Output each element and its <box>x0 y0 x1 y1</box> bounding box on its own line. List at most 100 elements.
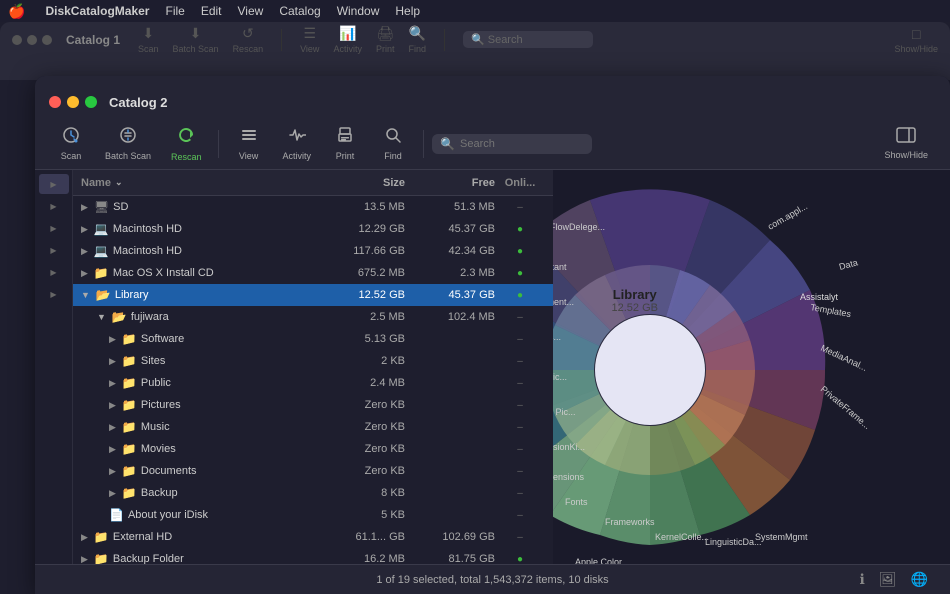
hdd-icon: 💻 <box>94 222 109 236</box>
batch-scan-button[interactable]: Batch Scan <box>97 123 159 164</box>
svg-text:Frameworks: Frameworks <box>605 517 655 527</box>
svg-text:ExtensionKi...: ExtensionKi... <box>553 442 585 452</box>
row-expand-arrow: ▶ <box>109 356 116 367</box>
table-row[interactable]: ▶ 🖥 SD 13.5 MB 51.3 MB – <box>73 196 553 218</box>
table-row[interactable]: ▶ 📁 Software 5.13 GB – <box>73 328 553 350</box>
sidebar-item-1[interactable]: ▶ <box>39 174 69 194</box>
table-row[interactable]: ▶ 📁 Backup Folder 16.2 MB 81.75 GB ● <box>73 548 553 564</box>
table-row[interactable]: ▶ 💻 Macintosh HD 117.66 GB 42.34 GB ● <box>73 240 553 262</box>
activity-button[interactable]: Activity <box>275 123 320 164</box>
view-button[interactable]: View <box>227 123 271 164</box>
search-input[interactable] <box>460 138 584 150</box>
menu-edit[interactable]: Edit <box>201 4 222 18</box>
row-text: Macintosh HD <box>113 223 182 235</box>
search-bar[interactable]: 🔍 <box>432 134 592 154</box>
menu-catalog[interactable]: Catalog <box>279 4 320 18</box>
menu-file[interactable]: File <box>165 4 184 18</box>
traffic-light-yellow[interactable] <box>67 96 79 108</box>
row-online: – <box>495 201 545 213</box>
row-size: 675.2 MB <box>315 267 405 279</box>
row-expand-arrow: ▶ <box>109 444 116 455</box>
table-row[interactable]: ▶ 💻 Macintosh HD 12.29 GB 45.37 GB ● <box>73 218 553 240</box>
row-expand-arrow: ▶ <box>109 334 116 345</box>
row-expand-arrow: ▶ <box>81 202 88 213</box>
activity-label: Activity <box>283 151 312 161</box>
row-expand-arrow: ▶ <box>81 532 88 543</box>
row-free: 81.75 GB <box>405 553 495 564</box>
row-text: Software <box>141 333 184 345</box>
svg-text:CoreServic...: CoreServic... <box>553 372 567 382</box>
svg-text:Apple Color...: Apple Color... <box>575 557 629 564</box>
table-row[interactable]: ▶ 📁 External HD 61.1... GB 102.69 GB – <box>73 526 553 548</box>
col-header-free: Free <box>405 177 495 189</box>
sidebar-item-2[interactable]: ▶ <box>39 196 69 216</box>
table-row[interactable]: ▶ 📁 Sites 2 KB – <box>73 350 553 372</box>
sidebar-item-3[interactable]: ▶ <box>39 218 69 238</box>
bg-dot-3 <box>42 35 52 45</box>
bg-tb-activity: 📊 Activity <box>333 25 362 54</box>
table-row[interactable]: ▶ 📁 Documents Zero KB – <box>73 460 553 482</box>
scan-label: Scan <box>61 151 82 161</box>
table-row[interactable]: ▶ 📁 Music Zero KB – <box>73 416 553 438</box>
row-online: ● <box>495 289 545 301</box>
scan-icon <box>62 126 80 149</box>
rescan-label: Rescan <box>171 152 202 162</box>
svg-text:Extensions: Extensions <box>553 472 585 482</box>
toolbar-separator-1 <box>218 130 219 158</box>
svg-text:KernelColle...: KernelColle... <box>655 532 709 542</box>
row-expand-arrow: ▶ <box>81 554 88 565</box>
table-row[interactable]: 📄 About your iDisk 5 KB – <box>73 504 553 526</box>
traffic-lights <box>49 96 97 108</box>
row-name: ▶ 📁 Pictures <box>81 398 315 412</box>
bg-tb-scan: ⬇ Scan <box>138 25 159 54</box>
bg-traffic-lights <box>12 35 52 45</box>
sidebar-item-4[interactable]: ▶ <box>39 240 69 260</box>
row-online: – <box>495 421 545 433</box>
print-button[interactable]: Print <box>323 123 367 164</box>
svg-text:LinguisticDa...: LinguisticDa... <box>705 537 762 547</box>
table-row[interactable]: ▶ 📁 Pictures Zero KB – <box>73 394 553 416</box>
row-name: ▶ 📁 Public <box>81 376 315 390</box>
menu-help[interactable]: Help <box>395 4 420 18</box>
row-size: 2.5 MB <box>315 311 405 323</box>
globe-button[interactable]: 🌐 <box>909 569 930 590</box>
bg-window: Catalog 1 ⬇ Scan ⬇ Batch Scan ↺ Rescan ☰… <box>0 22 950 80</box>
sidebar-item-5[interactable]: ▶ <box>39 262 69 282</box>
photo-button[interactable]: 🖼 <box>877 569 899 590</box>
table-row[interactable]: ▶ 📁 Backup 8 KB – <box>73 482 553 504</box>
sidebar-item-6[interactable]: ▶ <box>39 284 69 304</box>
col-header-online: Onli... <box>495 177 545 189</box>
info-button[interactable]: ℹ <box>857 569 866 590</box>
toolbar: Scan Batch Scan Rescan <box>35 118 950 170</box>
status-icons: ℹ 🖼 🌐 <box>857 569 930 590</box>
apple-menu[interactable]: 🍎 <box>8 3 25 20</box>
traffic-light-green[interactable] <box>85 96 97 108</box>
bg-tb-print: 🖨 Print <box>376 25 395 54</box>
table-row[interactable]: ▶ 📁 Mac OS X Install CD 675.2 MB 2.3 MB … <box>73 262 553 284</box>
menu-view[interactable]: View <box>238 4 264 18</box>
sidebar: ▶ ▶ ▶ ▶ ▶ ▶ <box>35 170 73 564</box>
table-row[interactable]: ▼ 📂 fujiwara 2.5 MB 102.4 MB – <box>73 306 553 328</box>
show-hide-button[interactable]: Show/Hide <box>876 124 936 163</box>
row-name: ▶ 📁 Sites <box>81 354 315 368</box>
table-row[interactable]: ▶ 📁 Public 2.4 MB – <box>73 372 553 394</box>
row-expand-arrow: ▶ <box>81 268 88 279</box>
bg-toolbar: Catalog 1 ⬇ Scan ⬇ Batch Scan ↺ Rescan ☰… <box>0 22 950 57</box>
table-row[interactable]: ▶ 📁 Movies Zero KB – <box>73 438 553 460</box>
traffic-light-red[interactable] <box>49 96 61 108</box>
scan-button[interactable]: Scan <box>49 123 93 164</box>
folder-icon: 📁 <box>122 376 137 390</box>
menu-window[interactable]: Window <box>337 4 380 18</box>
row-online: – <box>495 355 545 367</box>
row-size: 8 KB <box>315 487 405 499</box>
svg-text:Assistant: Assistant <box>553 262 567 272</box>
svg-text:Data: Data <box>838 257 859 272</box>
show-hide-label: Show/Hide <box>884 150 928 160</box>
table-row[interactable]: ▼ 📂 Library 12.52 GB 45.37 GB ● <box>73 284 553 306</box>
row-text: Sites <box>141 355 165 367</box>
search-icon: 🔍 <box>440 137 455 151</box>
rescan-button[interactable]: Rescan <box>163 122 210 165</box>
bg-tb-batchscan: ⬇ Batch Scan <box>173 25 219 54</box>
row-name: ▶ 💻 Macintosh HD <box>81 244 315 258</box>
find-button[interactable]: Find <box>371 123 415 164</box>
